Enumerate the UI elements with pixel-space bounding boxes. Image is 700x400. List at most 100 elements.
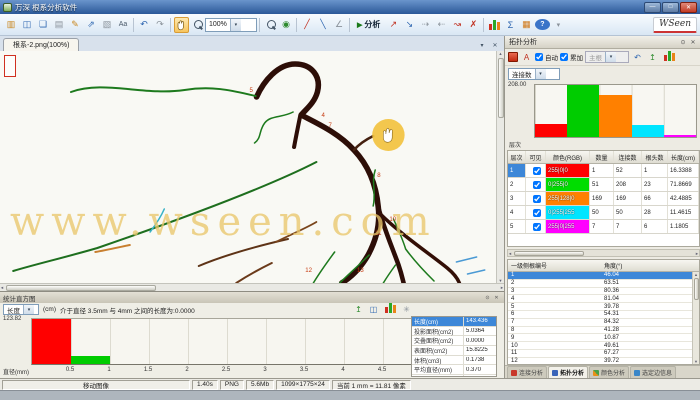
pin-icon[interactable]: ⊙ [678, 39, 688, 46]
scroll-down-icon[interactable]: ▼ [694, 359, 698, 364]
label-mark-icon[interactable]: A [521, 51, 533, 64]
visible-checkbox[interactable] [533, 223, 541, 231]
table-row[interactable]: 3 255|128|0 169 169 66 42.4885 [508, 192, 699, 206]
chart-icon[interactable] [662, 51, 677, 64]
red-pen-icon[interactable]: ╱ [300, 17, 315, 33]
table-row[interactable]: 1239.72 [508, 358, 699, 365]
table-row[interactable]: 910.87 [508, 334, 699, 342]
zoom-out-icon[interactable] [263, 17, 278, 33]
visible-checkbox[interactable] [533, 195, 541, 203]
table-row[interactable]: 481.04 [508, 295, 699, 303]
table-row[interactable]: 539.78 [508, 303, 699, 311]
table-row[interactable]: 784.32 [508, 319, 699, 327]
scroll-thumb[interactable] [6, 285, 156, 291]
angle-table-vscrollbar[interactable]: ▲▼ [692, 272, 699, 364]
pencil-icon[interactable]: ✎ [68, 17, 83, 33]
tab-color-analysis[interactable]: 颜色分析 [589, 366, 629, 378]
table-hscrollbar[interactable]: ◄► [507, 249, 700, 257]
stat-row[interactable]: 交叠面积(cm2)0.0000 [412, 336, 496, 346]
analyze-button[interactable]: ▶ 分析 [352, 17, 385, 33]
table-icon[interactable]: ▦ [519, 17, 534, 33]
table-row[interactable]: 2 0|255|0 51 208 23 71.8669 [508, 178, 699, 192]
accumulate-checkbox[interactable] [560, 53, 568, 61]
tab-list-icon[interactable]: ▾ [476, 40, 488, 51]
document-tab[interactable]: 根系-2.png(100%) [3, 38, 79, 51]
table-row[interactable]: 654.31 [508, 311, 699, 319]
stat-row[interactable]: 长度(cm)143.436 [412, 317, 496, 327]
tab-selected-edge-info[interactable]: 选定边信息 [630, 366, 676, 378]
maximize-button[interactable]: □ [662, 2, 679, 13]
gesture-2-icon[interactable]: ↘ [402, 17, 417, 33]
image-icon[interactable]: ▧ [100, 17, 115, 33]
scroll-left-icon[interactable]: ◄ [508, 251, 512, 256]
delete-mark-icon[interactable]: ✗ [466, 17, 481, 33]
canvas-vscrollbar[interactable]: ▲▼ [496, 51, 504, 283]
tab-close-icon[interactable]: ✕ [489, 40, 501, 51]
auto-checkbox[interactable] [535, 53, 543, 61]
level-cell[interactable]: 4 [508, 206, 526, 219]
statistics-icon[interactable]: Σ [503, 17, 518, 33]
stat-row[interactable]: 连接数488 [412, 375, 496, 377]
minimize-button[interactable]: — [644, 2, 661, 13]
metric-combo[interactable]: 连接数 ▾ [508, 68, 560, 80]
image-canvas[interactable]: 5 4 7 8 10 11 12 13 www.wseen [0, 51, 504, 283]
table-row[interactable]: 4 0|255|255 50 50 28 11.4615 [508, 206, 699, 220]
open-icon[interactable]: ▥ [4, 17, 19, 33]
visible-checkbox[interactable] [533, 181, 541, 189]
table-row[interactable]: 1167.27 [508, 350, 699, 358]
print-icon[interactable]: ▤ [52, 17, 67, 33]
gear-icon[interactable]: ✳ [401, 304, 413, 316]
close-button[interactable]: ✕ [680, 2, 697, 13]
text-tool-icon[interactable]: Aa [116, 17, 131, 33]
gesture-1-icon[interactable]: ↗ [386, 17, 401, 33]
blue-pen-icon[interactable]: ╲ [316, 17, 331, 33]
scroll-right-icon[interactable]: ► [500, 285, 504, 290]
scroll-left-icon[interactable]: ◄ [0, 285, 4, 290]
magnifier-icon[interactable] [190, 17, 205, 33]
stat-row[interactable]: 投影面积(cm2)5.0364 [412, 327, 496, 337]
level-cell[interactable]: 2 [508, 178, 526, 191]
save-chart-icon[interactable]: ◫ [368, 304, 380, 316]
scroll-down-icon[interactable]: ▼ [499, 278, 503, 283]
panel-close-icon[interactable]: ✕ [492, 295, 501, 301]
table-row[interactable]: 5 255|0|255 7 7 6 1.1805 [508, 220, 699, 234]
tab-connection-analysis[interactable]: 连接分析 [507, 366, 547, 378]
visible-checkbox[interactable] [533, 209, 541, 217]
stat-row[interactable]: 体积(cm3)0.1738 [412, 356, 496, 366]
level-cell[interactable]: 1 [508, 164, 526, 177]
chart-type-icon[interactable] [383, 304, 398, 316]
save-icon[interactable]: ◫ [20, 17, 35, 33]
hand-tool-icon[interactable] [174, 17, 189, 33]
export-chart-icon[interactable]: ↥ [353, 304, 365, 316]
root-select-combo[interactable]: 主根 ▾ [585, 51, 629, 63]
panel-close-icon[interactable]: ✕ [688, 39, 698, 46]
scroll-thumb[interactable] [498, 58, 504, 118]
level-cell[interactable]: 3 [508, 192, 526, 205]
save-all-icon[interactable]: ❏ [36, 17, 51, 33]
table-row[interactable]: 1 255|0|0 1 52 1 16.3388 [508, 164, 699, 178]
export-chart-icon[interactable]: ↥ [647, 51, 659, 64]
undo-icon[interactable]: ↶ [137, 17, 152, 33]
angle-measure-icon[interactable]: ∠ [332, 17, 347, 33]
table-row[interactable]: 841.28 [508, 327, 699, 335]
help-icon[interactable]: ? [535, 19, 550, 30]
table-row[interactable]: 380.36 [508, 288, 699, 296]
undo-icon[interactable]: ↶ [632, 51, 644, 64]
table-row[interactable]: 263.51 [508, 280, 699, 288]
level-cell[interactable]: 5 [508, 220, 526, 233]
export-icon[interactable]: ⇗ [84, 17, 99, 33]
grid-mark-icon[interactable] [508, 52, 518, 62]
view-icon[interactable]: ◉ [279, 17, 294, 33]
stat-row[interactable]: 平均直径(mm)0.370 [412, 365, 496, 375]
tab-topology-analysis[interactable]: 拓扑分析 [548, 366, 588, 378]
histogram-metric-combo[interactable]: 长度 ▾ [3, 304, 39, 315]
scroll-up-icon[interactable]: ▲ [694, 272, 698, 277]
table-row[interactable]: 1049.61 [508, 342, 699, 350]
redo-icon[interactable]: ↷ [153, 17, 168, 33]
gesture-3-icon[interactable]: ⇢ [418, 17, 433, 33]
more-tools-icon[interactable]: ▾ [551, 17, 566, 33]
visible-checkbox[interactable] [533, 167, 541, 175]
scroll-up-icon[interactable]: ▲ [499, 51, 503, 56]
gesture-5-icon[interactable]: ↝ [450, 17, 465, 33]
scroll-thumb[interactable] [694, 278, 699, 300]
